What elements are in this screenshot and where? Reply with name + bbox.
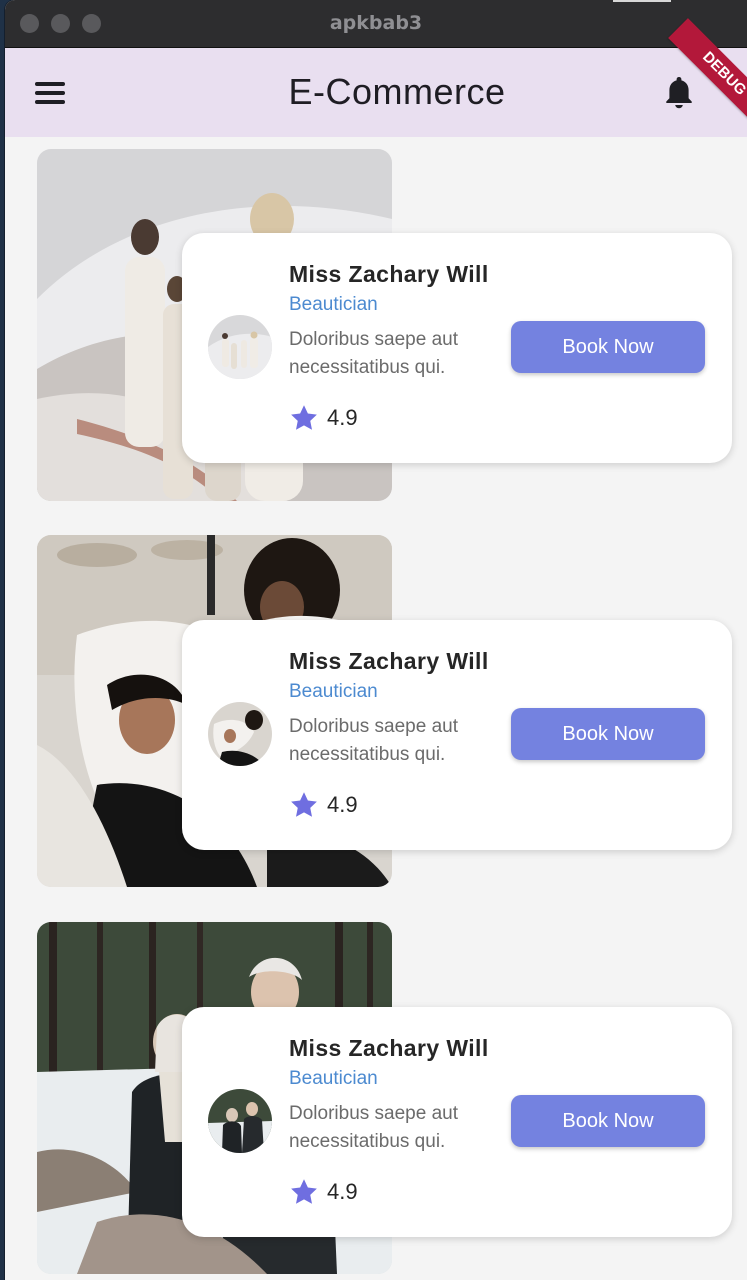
provider-card: Miss Zachary Will Beautician Doloribus s… — [182, 1007, 732, 1237]
provider-avatar — [208, 315, 272, 379]
notifications-button[interactable] — [663, 74, 695, 110]
provider-name: Miss Zachary Will — [289, 261, 489, 287]
book-now-button[interactable]: Book Now — [511, 321, 705, 373]
star-icon — [291, 1179, 317, 1204]
provider-profession: Beautician — [289, 294, 378, 315]
provider-description: Doloribus saepe aut necessitatibus qui. — [289, 1103, 458, 1152]
star-icon — [291, 792, 317, 817]
provider-profession: Beautician — [289, 1068, 378, 1089]
provider-profession: Beautician — [289, 681, 378, 702]
provider-card: Miss Zachary Will Beautician Doloribus s… — [182, 620, 732, 850]
provider-description: Doloribus saepe aut necessitatibus qui. — [289, 329, 458, 378]
book-now-button[interactable]: Book Now — [511, 708, 705, 760]
provider-rating: 4.9 — [289, 790, 358, 820]
provider-rating: 4.9 — [289, 1177, 358, 1207]
provider-description: Doloribus saepe aut necessitatibus qui. — [289, 716, 458, 765]
window-titlebar: apkbab3 — [5, 0, 747, 48]
rating-value: 4.9 — [327, 792, 358, 817]
provider-list: Miss Zachary Will Beautician Doloribus s… — [5, 137, 747, 1280]
provider-avatar — [208, 702, 272, 766]
app-window: apkbab3 E-Commerce DEBUG Miss Zachary Wi… — [5, 0, 747, 1280]
book-now-button[interactable]: Book Now — [511, 1095, 705, 1147]
bell-icon — [666, 77, 692, 109]
app-bar: E-Commerce DEBUG — [5, 18, 747, 137]
provider-card: Miss Zachary Will Beautician Doloribus s… — [182, 233, 732, 463]
provider-avatar — [208, 1089, 272, 1153]
window-title: apkbab3 — [329, 12, 423, 34]
rating-value: 4.9 — [327, 1179, 358, 1204]
app-title: E-Commerce — [288, 71, 506, 112]
provider-rating: 4.9 — [289, 403, 358, 433]
provider-name: Miss Zachary Will — [289, 648, 489, 674]
provider-name: Miss Zachary Will — [289, 1035, 489, 1061]
star-icon — [291, 405, 317, 430]
menu-button[interactable] — [31, 76, 69, 110]
titlebar-highlight — [613, 0, 671, 2]
rating-value: 4.9 — [327, 405, 358, 430]
